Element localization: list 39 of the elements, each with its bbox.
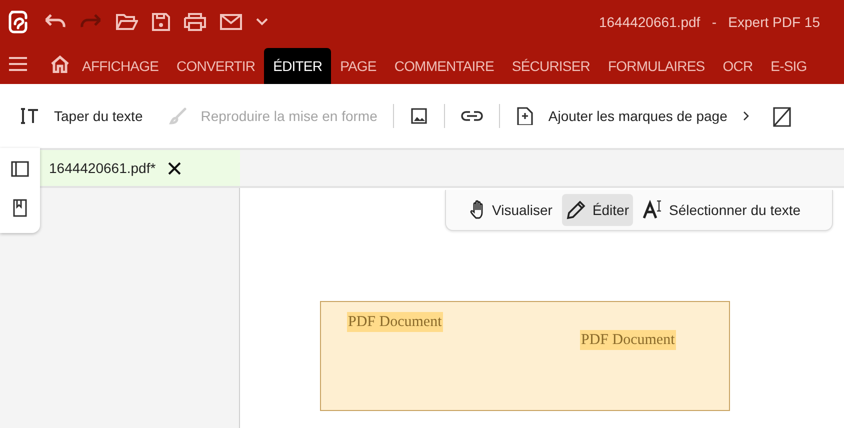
type-text-button[interactable]: Taper du texte [20, 106, 143, 126]
ribbon-tab[interactable]: CONVERTIR [168, 48, 264, 84]
sidebar-icon[interactable] [11, 161, 29, 177]
image-icon [410, 107, 428, 125]
mail-icon[interactable] [220, 14, 242, 30]
ribbon-tab[interactable]: PAGE [331, 48, 386, 84]
ribbon-tab[interactable]: FORMULAIRES [599, 48, 714, 84]
undo-icon[interactable] [44, 14, 66, 30]
home-icon[interactable] [51, 55, 69, 73]
brush-icon [168, 107, 187, 125]
app-logo-icon [8, 10, 28, 34]
pdf-text: PDF Document [347, 312, 443, 332]
view-mode-button[interactable]: Visualiser [466, 194, 556, 226]
text-cursor-icon [20, 107, 40, 125]
document-tab[interactable]: 1644420661.pdf* [40, 150, 240, 186]
pdf-text: PDF Document [580, 330, 676, 350]
ribbon-tab[interactable]: AFFICHAGE [73, 48, 168, 84]
pencil-icon [566, 200, 586, 220]
add-bookmarks-button[interactable]: Ajouter les marques de page [516, 106, 728, 126]
add-page-icon [516, 107, 534, 125]
menu-icon[interactable] [9, 57, 27, 71]
image-button[interactable] [410, 107, 428, 125]
no-fill-icon[interactable] [773, 105, 792, 127]
ribbon-tab[interactable]: OCR [714, 48, 762, 84]
view-mode-button[interactable]: Éditer [562, 194, 634, 226]
window-title: 1644420661.pdf - Expert PDF 15 [598, 12, 820, 32]
save-icon[interactable] [152, 13, 170, 31]
ribbon-tab[interactable]: COMMENTAIRE [385, 48, 503, 84]
print-icon[interactable] [184, 13, 206, 31]
ribbon-tab[interactable]: ÉDITER [264, 48, 332, 84]
ribbon-tab[interactable]: E-SIG [762, 48, 816, 84]
chevron-right-icon[interactable] [743, 111, 750, 121]
ribbon-tab[interactable]: SÉCURISER [502, 48, 600, 84]
view-mode-button[interactable]: Sélectionner du texte [639, 194, 805, 226]
folder-icon[interactable] [116, 13, 138, 31]
chevron-down-icon[interactable] [256, 18, 268, 26]
text-select-icon [643, 200, 664, 220]
bookmark-icon[interactable] [13, 199, 27, 217]
close-icon[interactable] [168, 162, 181, 174]
